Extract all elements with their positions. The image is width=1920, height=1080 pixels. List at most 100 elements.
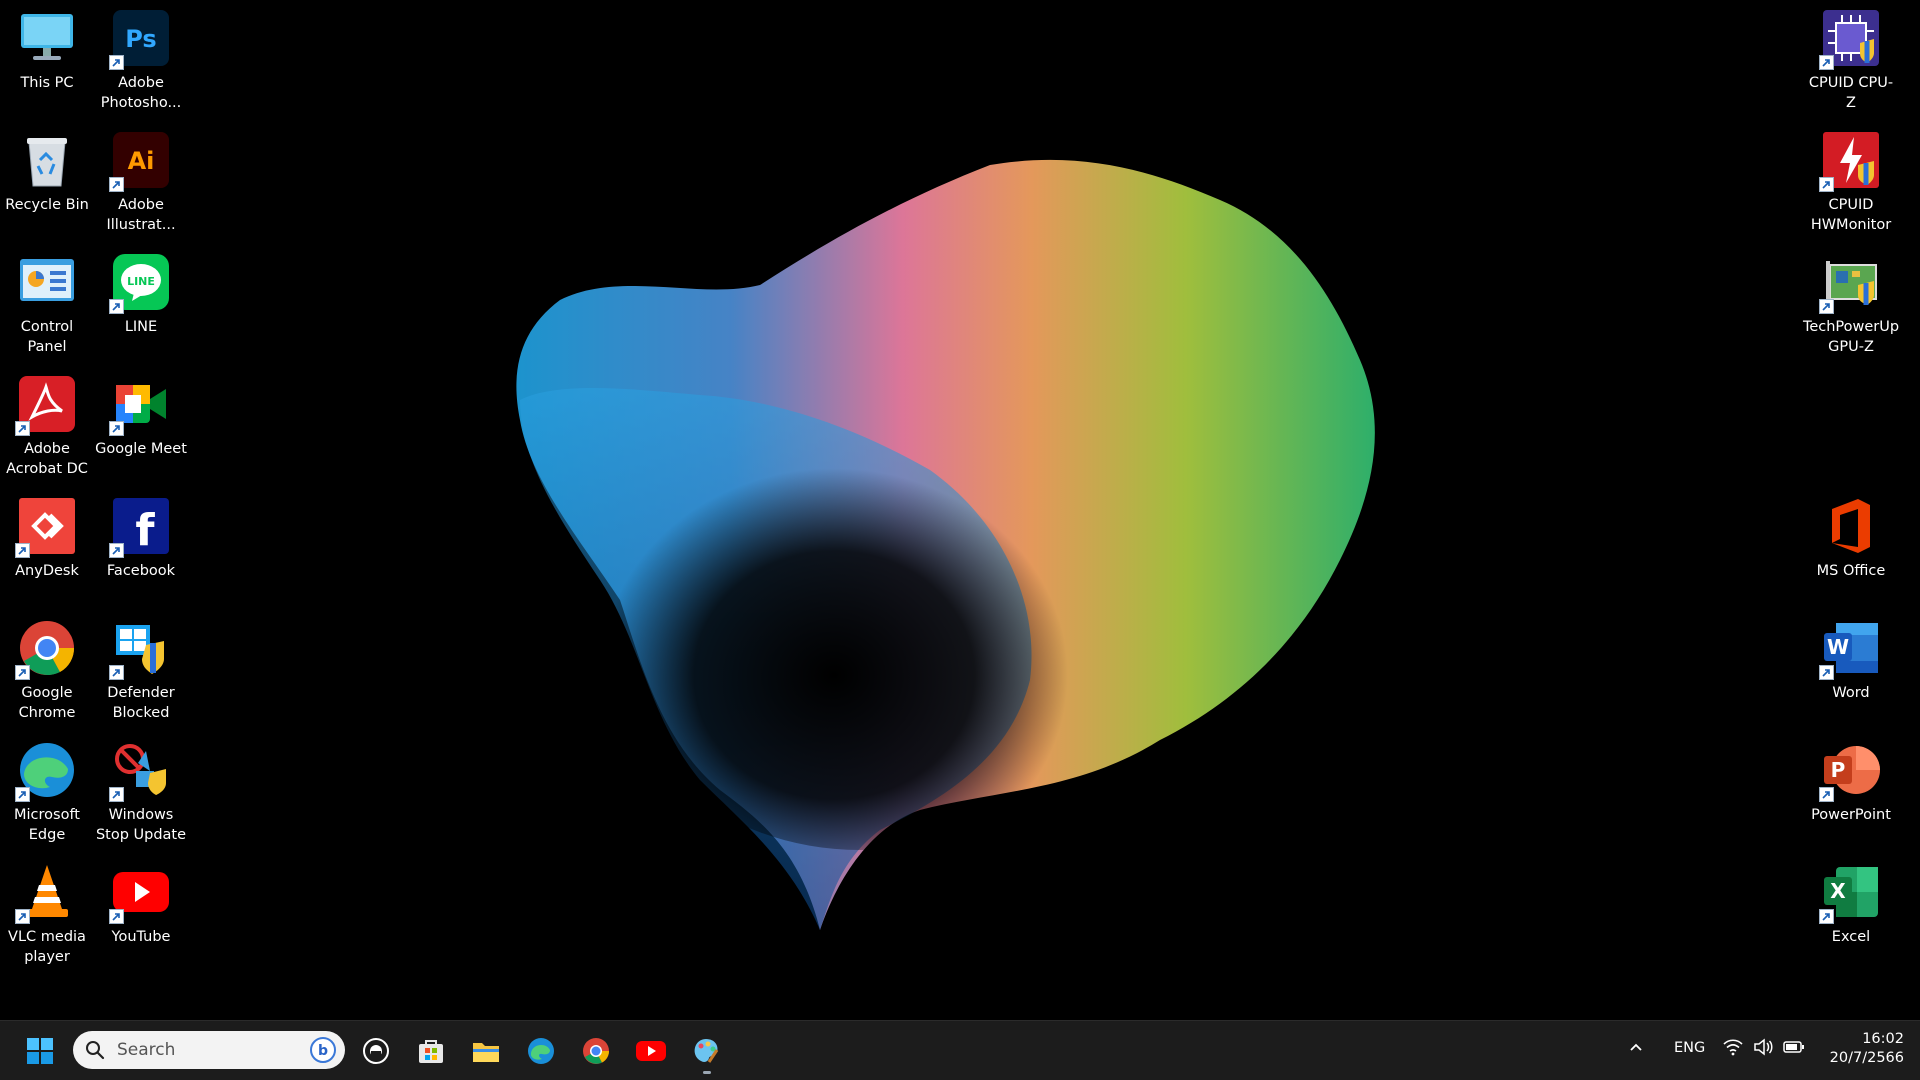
desktop-icon-label: Windows Stop Update [95, 807, 187, 843]
desktop-icon-hwmonitor[interactable]: CPUID HWMonitor [1804, 130, 1898, 235]
stop-update-icon [109, 740, 171, 802]
desktop-icon-label: PowerPoint [1811, 807, 1891, 823]
shortcut-arrow-icon [109, 421, 124, 436]
excel-icon: X [1819, 862, 1881, 924]
desktop-icon-line[interactable]: LINE LINE [94, 252, 188, 337]
desktop-icon-excel[interactable]: X Excel [1804, 862, 1898, 947]
svg-text:P: P [1831, 758, 1846, 782]
shortcut-arrow-icon [15, 421, 30, 436]
shortcut-arrow-icon [109, 177, 124, 192]
shortcut-arrow-icon [1819, 177, 1834, 192]
shortcut-arrow-icon [109, 787, 124, 802]
taskbar-search-box[interactable]: b [73, 1031, 345, 1069]
shortcut-arrow-icon [1819, 909, 1834, 924]
shortcut-arrow-icon [109, 55, 124, 70]
desktop-icon-label: VLC media player [8, 929, 86, 965]
taskbar-chrome[interactable] [576, 1031, 616, 1071]
clock-date: 20/7/2566 [1829, 1050, 1904, 1066]
desktop-icon-acrobat[interactable]: Adobe Acrobat DC [0, 374, 94, 479]
desktop-icon-chrome[interactable]: Google Chrome [0, 618, 94, 723]
desktop-icon-label: Google Meet [95, 441, 187, 457]
edge-icon [528, 1038, 554, 1064]
word-icon: W [1819, 618, 1881, 680]
shortcut-arrow-icon [15, 787, 30, 802]
defender-icon [109, 618, 171, 680]
svg-text:Ps: Ps [125, 25, 156, 53]
taskbar-store[interactable] [411, 1031, 451, 1071]
file-explorer-icon [473, 1043, 499, 1062]
shortcut-arrow-icon [109, 665, 124, 680]
desktop-icon-ms-office[interactable]: MS Office [1804, 496, 1898, 581]
taskbar-edge[interactable] [521, 1031, 561, 1071]
taskbar-youtube[interactable] [631, 1031, 671, 1071]
task-view-button[interactable] [356, 1031, 396, 1071]
desktop-icon-anydesk[interactable]: AnyDesk [0, 496, 94, 581]
paint-icon [694, 1039, 719, 1063]
language-indicator[interactable]: ENG [1674, 1040, 1705, 1056]
gpu-z-icon [1819, 252, 1881, 314]
desktop-icon-label: Adobe Acrobat DC [6, 441, 88, 477]
desktop-icon-label: CPUID HWMonitor [1810, 197, 1892, 233]
monitor-icon [17, 8, 77, 68]
desktop-icon-label: MS Office [1816, 563, 1886, 579]
vlc-icon [15, 862, 77, 924]
quick-settings-button[interactable] [1723, 1038, 1805, 1056]
chrome-icon [15, 618, 77, 680]
taskbar-paint[interactable] [686, 1031, 726, 1074]
youtube-icon [636, 1041, 666, 1061]
edge-icon [15, 740, 77, 802]
desktop-icon-label: YouTube [111, 929, 171, 945]
google-meet-icon [109, 374, 171, 436]
desktop-icon-word[interactable]: W Word [1804, 618, 1898, 703]
control-panel-icon [17, 252, 77, 312]
desktop-icon-powerpoint[interactable]: P PowerPoint [1804, 740, 1898, 825]
desktop-icon-label: Microsoft Edge [14, 807, 80, 843]
desktop-icon-control-panel[interactable]: Control Panel [0, 252, 94, 357]
show-hidden-icons-button[interactable] [1628, 1039, 1644, 1059]
start-button[interactable] [20, 1031, 60, 1071]
search-input[interactable] [115, 1039, 309, 1061]
clock[interactable]: 16:02 20/7/2566 [1818, 1030, 1904, 1068]
clock-time: 16:02 [1862, 1031, 1904, 1047]
shortcut-arrow-icon [1819, 55, 1834, 70]
bing-icon[interactable]: b [309, 1036, 337, 1064]
desktop-icon-label: TechPowerUp GPU-Z [1802, 319, 1900, 355]
shortcut-arrow-icon [15, 909, 30, 924]
desktop-icon-label: Facebook [106, 563, 176, 579]
desktop-icon-cpu-z[interactable]: CPUID CPU-Z [1804, 8, 1898, 113]
desktop-icon-windows-stop-update[interactable]: Windows Stop Update [94, 740, 188, 845]
desktop-icon-youtube[interactable]: YouTube [94, 862, 188, 947]
svg-text:b: b [318, 1043, 328, 1059]
desktop-icon-photoshop[interactable]: Ps Adobe Photosho... [94, 8, 188, 113]
desktop-icon-defender-blocked[interactable]: Defender Blocked [94, 618, 188, 723]
desktop-icon-edge[interactable]: Microsoft Edge [0, 740, 94, 845]
photoshop-icon: Ps [109, 8, 171, 70]
svg-text:X: X [1830, 879, 1846, 903]
acrobat-icon [15, 374, 77, 436]
wifi-icon [1723, 1039, 1743, 1056]
chrome-icon [583, 1038, 609, 1064]
search-icon [86, 1041, 105, 1060]
taskbar-file-explorer[interactable] [466, 1031, 506, 1071]
shortcut-arrow-icon [109, 909, 124, 924]
desktop-icon-label: Recycle Bin [5, 197, 89, 213]
running-indicator [703, 1071, 711, 1074]
desktop-icon-label: CPUID CPU-Z [1808, 75, 1894, 111]
desktop-icon-this-pc[interactable]: This PC [0, 8, 94, 93]
shortcut-arrow-icon [109, 299, 124, 314]
desktop-icon-google-meet[interactable]: Google Meet [94, 374, 188, 459]
desktop-icon-recycle-bin[interactable]: Recycle Bin [0, 130, 94, 215]
desktop-icon-illustrator[interactable]: Ai Adobe Illustrat... [94, 130, 188, 235]
recycle-bin-icon [17, 130, 77, 190]
desktop-icon-label: LINE [124, 319, 158, 335]
shortcut-arrow-icon [109, 543, 124, 558]
volume-icon [1754, 1038, 1773, 1056]
battery-icon [1783, 1041, 1804, 1053]
shortcut-arrow-icon [1819, 787, 1834, 802]
powerpoint-icon: P [1819, 740, 1881, 802]
anydesk-icon [15, 496, 77, 558]
task-view-icon [363, 1038, 389, 1064]
desktop-icon-facebook[interactable]: f Facebook [94, 496, 188, 581]
desktop-icon-vlc[interactable]: VLC media player [0, 862, 94, 967]
desktop-icon-gpu-z[interactable]: TechPowerUp GPU-Z [1802, 252, 1900, 357]
